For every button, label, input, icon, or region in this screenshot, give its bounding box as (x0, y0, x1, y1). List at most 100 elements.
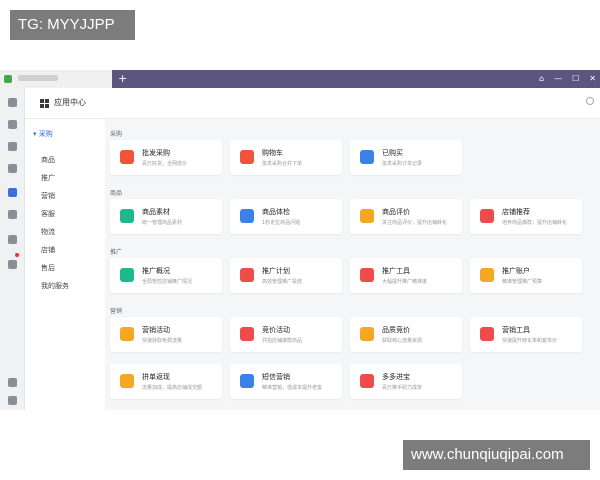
app-card[interactable]: 竞价活动 共拍店铺爆款商品 (230, 317, 342, 352)
card-subtitle: 流量加成，提高店铺成交额 (142, 385, 203, 391)
card-title: 短信营销 (262, 373, 290, 381)
app-card[interactable]: 商品体检 1秒定位商品问题 (230, 199, 342, 234)
wallet-icon (480, 268, 494, 282)
card-subtitle: 快速获取免费流量 (142, 338, 183, 344)
gift-icon (120, 327, 134, 341)
card-title: 竞价活动 (262, 326, 290, 334)
card-subtitle: 培养商品爆款，提升店铺转化 (502, 220, 568, 226)
home-icon[interactable] (8, 378, 17, 387)
card-title: 推广工具 (382, 267, 410, 275)
more-icon[interactable] (586, 97, 594, 105)
card-subtitle: 关注商品评价，提升店铺转化 (382, 220, 448, 226)
subnav-item[interactable]: 售后 (41, 263, 55, 273)
speaker-icon[interactable] (8, 260, 17, 269)
minimize-icon[interactable]: — (554, 70, 562, 88)
card-subtitle: 统一管理商品素材 (142, 220, 183, 226)
app-card[interactable]: 批发采购 百万好货，全网低价 (110, 140, 222, 175)
card-subtitle: 百万推手助力成单 (382, 385, 423, 391)
section-title: 营销 (110, 308, 123, 315)
page-header: 应用中心 (25, 88, 600, 119)
icon-rail (0, 88, 25, 410)
subnav-item[interactable]: 营销 (41, 191, 55, 201)
app-card[interactable]: 商品评价 关注商品评价，提升店铺转化 (350, 199, 462, 234)
card-subtitle: 批发采购合并下单 (262, 161, 303, 167)
app-center-icon[interactable] (8, 188, 17, 197)
watermark-bottom: www.chunqiuqipai.com (403, 440, 590, 470)
card-subtitle: 获取核心流量资源 (382, 338, 423, 344)
menu-icon[interactable] (8, 396, 17, 405)
pin-icon[interactable]: ⌂ (539, 70, 544, 88)
card-subtitle: 百万好货，全网低价 (142, 161, 188, 167)
grid-icon (40, 99, 49, 108)
app-card[interactable]: 短信营销 精准营销，低成本提升老客 (230, 364, 342, 399)
card-title: 推广账户 (502, 267, 530, 275)
app-grid: 采购 批发采购 百万好货，全网低价 购物车 批发采购合并下单 已购买 批发采购订… (105, 119, 600, 410)
goods-icon[interactable] (8, 142, 17, 151)
app-card[interactable]: 已购买 批发采购订单记录 (350, 140, 462, 175)
tab-strip: + ⌂ — ☐ ✕ (112, 70, 600, 88)
card-subtitle: 大幅提升推广精准度 (382, 279, 428, 285)
plan-icon (240, 268, 254, 282)
card-subtitle: 全局管控店铺推广情况 (142, 279, 193, 285)
card-title: 推广计划 (262, 267, 290, 275)
app-card[interactable]: 营销活动 快速获取免费流量 (110, 317, 222, 352)
section-title: 采购 (110, 131, 123, 138)
card-subtitle: 1秒定位商品问题 (262, 220, 301, 226)
app-card[interactable]: 拼单返现 流量加成，提高店铺成交额 (110, 364, 222, 399)
subnav-category[interactable]: ▾ 采购 (33, 129, 53, 139)
maximize-icon[interactable]: ☐ (572, 70, 579, 88)
overview-icon (120, 268, 134, 282)
wholesale-icon (120, 150, 134, 164)
flame-icon (480, 327, 494, 341)
subnav-item[interactable]: 客服 (41, 209, 55, 219)
card-title: 批发采购 (142, 149, 170, 157)
card-subtitle: 高效管理推广投放 (262, 279, 303, 285)
app-card[interactable]: 营销工具 快速提升转化率和客单价 (470, 317, 582, 352)
clipboard-icon[interactable] (8, 235, 17, 244)
app-card[interactable]: 推广账户 精准管理推广预算 (470, 258, 582, 293)
app-card[interactable]: 推广工具 大幅提升推广精准度 (350, 258, 462, 293)
page-title: 应用中心 (54, 98, 86, 107)
card-title: 商品评价 (382, 208, 410, 216)
subnav-item[interactable]: 店铺 (41, 245, 55, 255)
sms-icon (240, 374, 254, 388)
subnav-item[interactable]: 我的服务 (41, 281, 69, 291)
subnav-item[interactable]: 商品 (41, 155, 55, 165)
orders-icon[interactable] (8, 120, 17, 129)
subnav-item[interactable]: 推广 (41, 173, 55, 183)
bid-icon (240, 327, 254, 341)
watermark-top: TG: MYYJJPP (10, 10, 135, 40)
app-card[interactable]: 推广计划 高效管理推广投放 (230, 258, 342, 293)
title-bar: + ⌂ — ☐ ✕ (0, 70, 600, 88)
card-title: 商品体检 (262, 208, 290, 216)
new-tab-button[interactable]: + (118, 71, 127, 87)
cart-icon (240, 150, 254, 164)
trophy-icon (360, 327, 374, 341)
address-area (0, 70, 112, 88)
coin-icon (120, 374, 134, 388)
card-title: 营销活动 (142, 326, 170, 334)
card-title: 商品素材 (142, 208, 170, 216)
message-icon[interactable] (8, 98, 17, 107)
app-card[interactable]: 多多进宝 百万推手助力成单 (350, 364, 462, 399)
subnav-item[interactable]: 物流 (41, 227, 55, 237)
app-card[interactable]: 推广概况 全局管控店铺推广情况 (110, 258, 222, 293)
card-title: 推广概况 (142, 267, 170, 275)
megaphone-icon (360, 268, 374, 282)
shield-icon[interactable] (8, 210, 17, 219)
card-title: 多多进宝 (382, 373, 410, 381)
window-controls: ⌂ — ☐ ✕ (539, 70, 596, 88)
app-card[interactable]: 店铺推荐 培养商品爆款，提升店铺转化 (470, 199, 582, 234)
blurred-url (18, 75, 58, 81)
main-panel: 应用中心 ▾ 采购 商品 推广 营销 客服 物流 店铺 售后 我的服务 采购 批… (25, 88, 600, 410)
data-icon[interactable] (8, 164, 17, 173)
material-icon (120, 209, 134, 223)
section-title: 推广 (110, 249, 123, 256)
app-card[interactable]: 购物车 批发采购合并下单 (230, 140, 342, 175)
close-icon[interactable]: ✕ (589, 70, 596, 88)
app-card[interactable]: 品质竞价 获取核心流量资源 (350, 317, 462, 352)
app-logo-icon (4, 75, 12, 83)
app-card[interactable]: 商品素材 统一管理商品素材 (110, 199, 222, 234)
card-subtitle: 快速提升转化率和客单价 (502, 338, 558, 344)
thumbs-up-icon (480, 209, 494, 223)
